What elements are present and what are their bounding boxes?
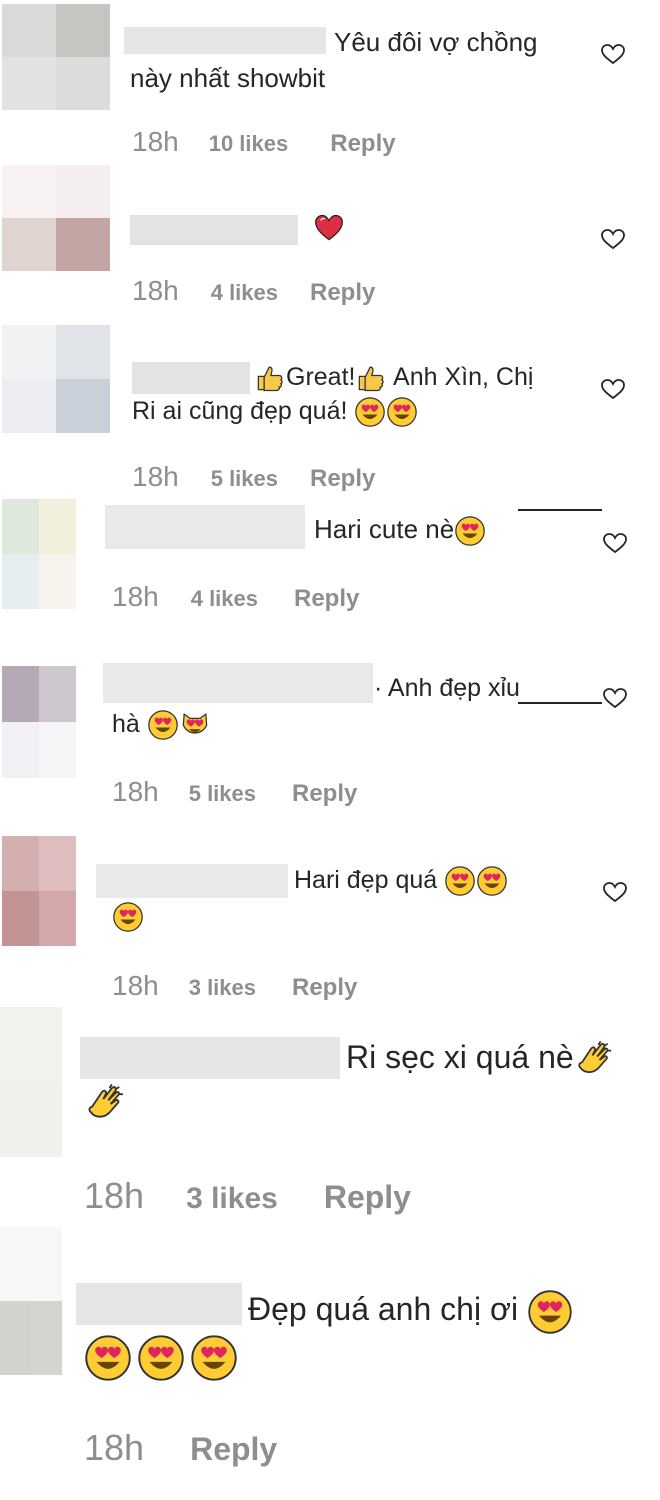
heart-eyes-emoji (387, 397, 417, 427)
comment-text: Đẹp quá anh chị ơi (248, 1289, 573, 1334)
heart-eyes-emoji (445, 866, 475, 896)
heart-eyes-emoji (477, 866, 507, 896)
comment-item: Hari đẹp quá 18h 3 likes Reply (0, 830, 660, 1005)
heart-outline-icon[interactable] (602, 880, 628, 904)
comment-text: Great! Anh Xìn, Chị (254, 361, 533, 394)
avatar[interactable] (2, 4, 110, 110)
username[interactable] (96, 864, 288, 898)
reply-button[interactable]: Reply (330, 130, 395, 158)
avatar[interactable] (2, 325, 110, 433)
comment-text-line-2 (84, 1081, 130, 1126)
thumbs-up-emoji (255, 363, 285, 393)
comment-meta: 18h 4 likes Reply (132, 275, 375, 307)
comment-item: Yêu đôi vợ chồng này nhất showbit 18h 10… (0, 0, 660, 165)
timestamp: 18h (84, 1427, 145, 1468)
comment-text: · Anh đẹp xỉu (374, 674, 520, 702)
username[interactable] (105, 505, 305, 549)
comment-text: Hari cute nè (314, 513, 486, 547)
reply-button[interactable]: Reply (294, 585, 359, 613)
avatar[interactable] (2, 666, 76, 778)
timestamp: 18h (112, 581, 159, 612)
avatar[interactable] (2, 499, 76, 609)
comment-item: 18h 4 likes Reply (0, 165, 660, 325)
heart-outline-icon[interactable] (602, 686, 628, 710)
avatar[interactable] (2, 165, 110, 271)
comment-text-line-2: hà (112, 708, 211, 741)
thumbs-up-emoji (356, 363, 386, 393)
heart-outline-icon[interactable] (600, 377, 626, 401)
like-count[interactable]: 3 likes (186, 1182, 278, 1216)
comment-text: Ri sẹc xi quá nè (346, 1037, 618, 1081)
avatar[interactable] (0, 1007, 62, 1157)
like-count[interactable]: 4 likes (211, 280, 278, 306)
comment-meta: 18h 4 likes Reply (112, 581, 359, 613)
username[interactable] (132, 362, 250, 394)
divider-line (518, 509, 602, 511)
comment-meta: 18h 3 likes Reply (84, 1175, 411, 1217)
username[interactable] (103, 663, 373, 703)
comment-meta: 18h 5 likes Reply (132, 461, 375, 493)
clapping-hands-emoji (575, 1039, 617, 1081)
avatar[interactable] (2, 836, 76, 946)
timestamp: 18h (132, 126, 179, 157)
like-count[interactable]: 3 likes (189, 975, 256, 1001)
comment-item: Ri sẹc xi quá nè 18h 3 likes Reply (0, 1005, 660, 1227)
comment-text-line-2: này nhất showbit (130, 63, 326, 93)
heart-eyes-emoji (148, 710, 178, 740)
comment-item: Đẹp quá anh chị ơi 18h Reply (0, 1227, 660, 1500)
comment-text-line-2: Ri ai cũng đẹp quá! (132, 395, 418, 428)
timestamp: 18h (84, 1175, 145, 1216)
timestamp: 18h (112, 970, 159, 1001)
comment-item: Great! Anh Xìn, Chị Ri ai cũng đẹp quá! … (0, 325, 660, 495)
like-count[interactable]: 4 likes (191, 586, 258, 612)
heart-eyes-emoji (138, 1335, 184, 1381)
reply-button[interactable]: Reply (292, 780, 357, 808)
comment-meta: 18h 3 likes Reply (112, 970, 357, 1002)
heart-eyes-emoji (455, 516, 485, 546)
reply-button[interactable]: Reply (310, 465, 375, 493)
red-heart-emoji (313, 213, 345, 243)
heart-outline-icon[interactable] (602, 531, 628, 555)
reply-button[interactable]: Reply (310, 279, 375, 307)
like-count[interactable]: 5 likes (211, 466, 278, 492)
comment-meta: 18h Reply (84, 1427, 277, 1469)
username[interactable] (76, 1283, 242, 1325)
timestamp: 18h (132, 461, 179, 492)
username[interactable] (80, 1037, 340, 1079)
comment-text: Yêu đôi vợ chồng (334, 27, 538, 57)
heart-eyes-emoji (191, 1335, 237, 1381)
heart-outline-icon[interactable] (600, 42, 626, 66)
heart-eyes-cat-emoji (180, 710, 210, 740)
username[interactable] (130, 215, 298, 245)
clapping-hands-emoji (85, 1082, 129, 1126)
like-count[interactable]: 10 likes (209, 131, 289, 157)
heart-outline-icon[interactable] (600, 227, 626, 251)
heart-eyes-emoji (85, 1335, 131, 1381)
heart-eyes-emoji (355, 397, 385, 427)
reply-button[interactable]: Reply (292, 974, 357, 1002)
reply-button[interactable]: Reply (324, 1179, 411, 1216)
heart-eyes-emoji (528, 1290, 572, 1334)
comment-item: Hari cute nè 18h 4 likes Reply (0, 495, 660, 660)
comment-text: Hari đẹp quá (294, 864, 508, 897)
comment-meta: 18h 10 likes Reply (132, 126, 396, 158)
timestamp: 18h (132, 275, 179, 306)
divider-line (518, 702, 602, 704)
username[interactable] (124, 27, 326, 54)
comment-text-line-2 (84, 1335, 238, 1381)
comment-text-line-2 (112, 900, 144, 933)
comment-item: · Anh đẹp xỉu hà 18h 5 likes Reply (0, 660, 660, 830)
comment-meta: 18h 5 likes Reply (112, 776, 357, 808)
heart-eyes-emoji (113, 902, 143, 932)
like-count[interactable]: 5 likes (189, 781, 256, 807)
reply-button[interactable]: Reply (190, 1431, 277, 1468)
timestamp: 18h (112, 776, 159, 807)
avatar[interactable] (0, 1227, 62, 1375)
